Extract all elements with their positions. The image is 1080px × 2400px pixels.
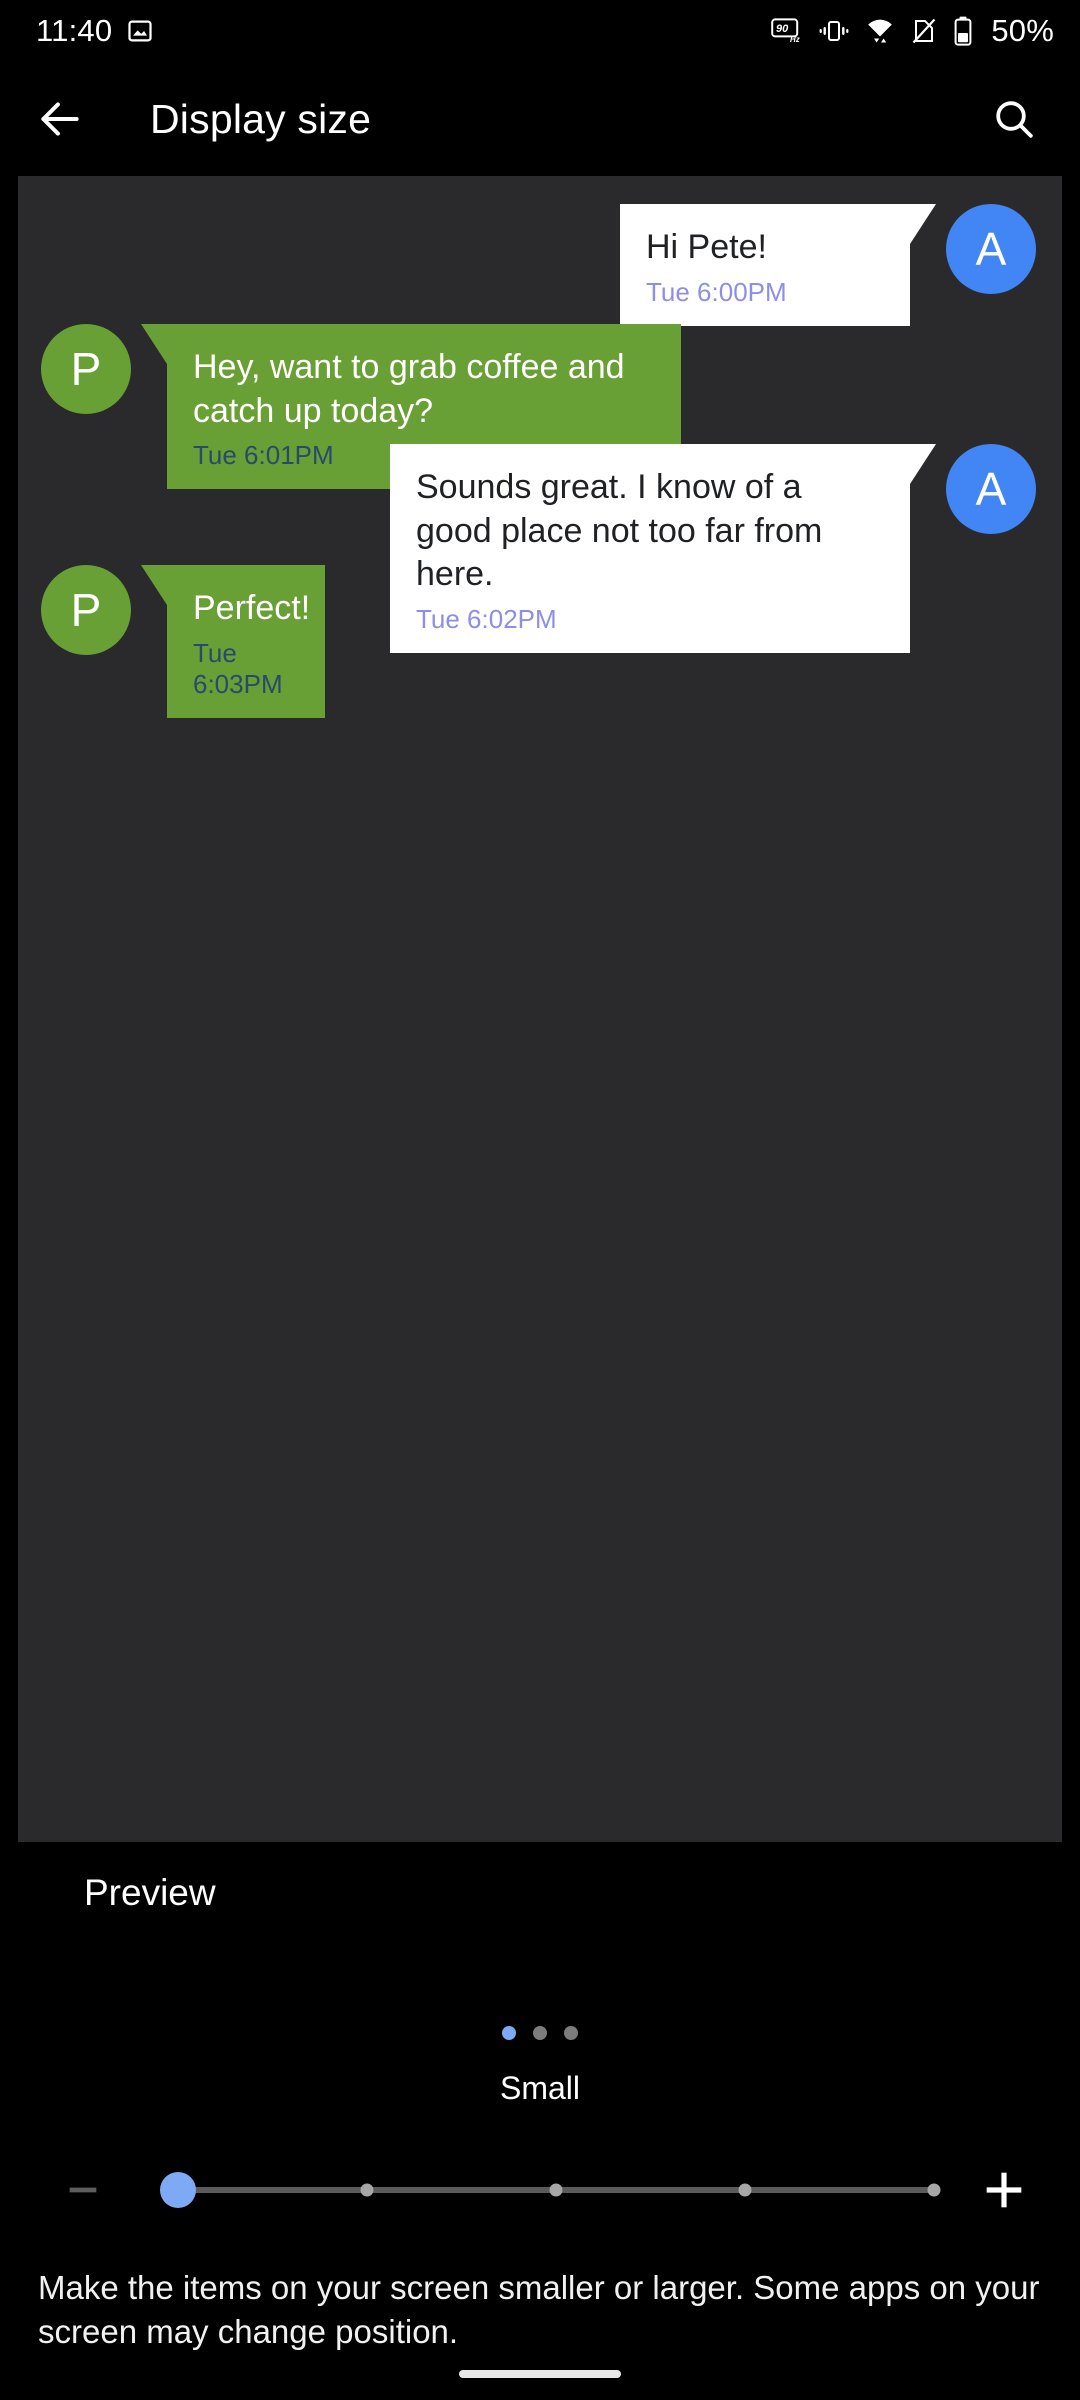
refresh-rate-90hz-icon: 90 Hz — [771, 17, 803, 45]
message-row: Hi Pete! Tue 6:00PM A — [620, 204, 1036, 326]
status-bar: 11:40 90 Hz — [0, 0, 1080, 62]
page-dot[interactable] — [533, 2026, 547, 2040]
avatar: P — [41, 565, 131, 655]
display-size-slider[interactable] — [178, 2168, 934, 2212]
message-timestamp: Tue 6:00PM — [646, 277, 884, 308]
svg-text:90: 90 — [776, 23, 789, 35]
message-bubble: Sounds great. I know of a good place not… — [390, 444, 910, 653]
page-dot-active[interactable] — [502, 2026, 516, 2040]
battery-percent-label: 50% — [991, 13, 1054, 49]
message-row: P Perfect! Tue 6:03PM — [41, 565, 325, 718]
status-bar-right: 90 Hz — [771, 13, 1054, 49]
svg-text:Hz: Hz — [790, 35, 800, 44]
no-sim-icon — [911, 17, 937, 45]
message-timestamp: Tue 6:02PM — [416, 604, 884, 635]
display-size-preview-panel: Hi Pete! Tue 6:00PM A P Hey, want to gra… — [18, 176, 1062, 1842]
phone-screen: 11:40 90 Hz — [0, 0, 1080, 2400]
message-timestamp: Tue 6:03PM — [193, 638, 299, 700]
avatar: A — [946, 204, 1036, 294]
message-text: Hey, want to grab coffee and catch up to… — [193, 348, 625, 430]
display-size-value-label: Small — [0, 2070, 1080, 2107]
avatar: P — [41, 324, 131, 414]
arrow-back-icon[interactable] — [12, 71, 108, 167]
battery-icon — [953, 16, 973, 46]
page-dot[interactable] — [564, 2026, 578, 2040]
minus-icon[interactable] — [48, 2155, 118, 2225]
action-bar: Display size — [0, 62, 1080, 176]
message-text: Sounds great. I know of a good place not… — [416, 468, 822, 593]
preview-section-label: Preview — [84, 1872, 216, 1914]
slider-thumb[interactable] — [160, 2172, 196, 2208]
message-bubble: Perfect! Tue 6:03PM — [167, 565, 325, 718]
message-text: Hi Pete! — [646, 228, 767, 266]
display-size-slider-row[interactable] — [0, 2146, 1080, 2234]
slider-tick — [928, 2184, 941, 2197]
message-text: Perfect! — [193, 589, 310, 627]
message-bubble: Hi Pete! Tue 6:00PM — [620, 204, 910, 326]
preview-page-indicator — [0, 2026, 1080, 2040]
home-gesture-pill[interactable] — [459, 2370, 621, 2378]
vibrate-icon — [819, 17, 849, 45]
avatar: A — [946, 444, 1036, 534]
slider-tick — [361, 2184, 374, 2197]
slider-tick — [739, 2184, 752, 2197]
status-bar-left: 11:40 — [36, 13, 154, 49]
display-size-description: Make the items on your screen smaller or… — [38, 2266, 1044, 2353]
slider-tick — [550, 2184, 563, 2197]
message-row: Sounds great. I know of a good place not… — [390, 444, 1036, 653]
search-icon[interactable] — [970, 75, 1058, 163]
page-title: Display size — [150, 96, 371, 143]
wifi-icon — [865, 17, 895, 45]
status-clock: 11:40 — [36, 13, 112, 49]
plus-icon[interactable] — [964, 2150, 1044, 2230]
screenshot-image-icon — [126, 17, 154, 45]
